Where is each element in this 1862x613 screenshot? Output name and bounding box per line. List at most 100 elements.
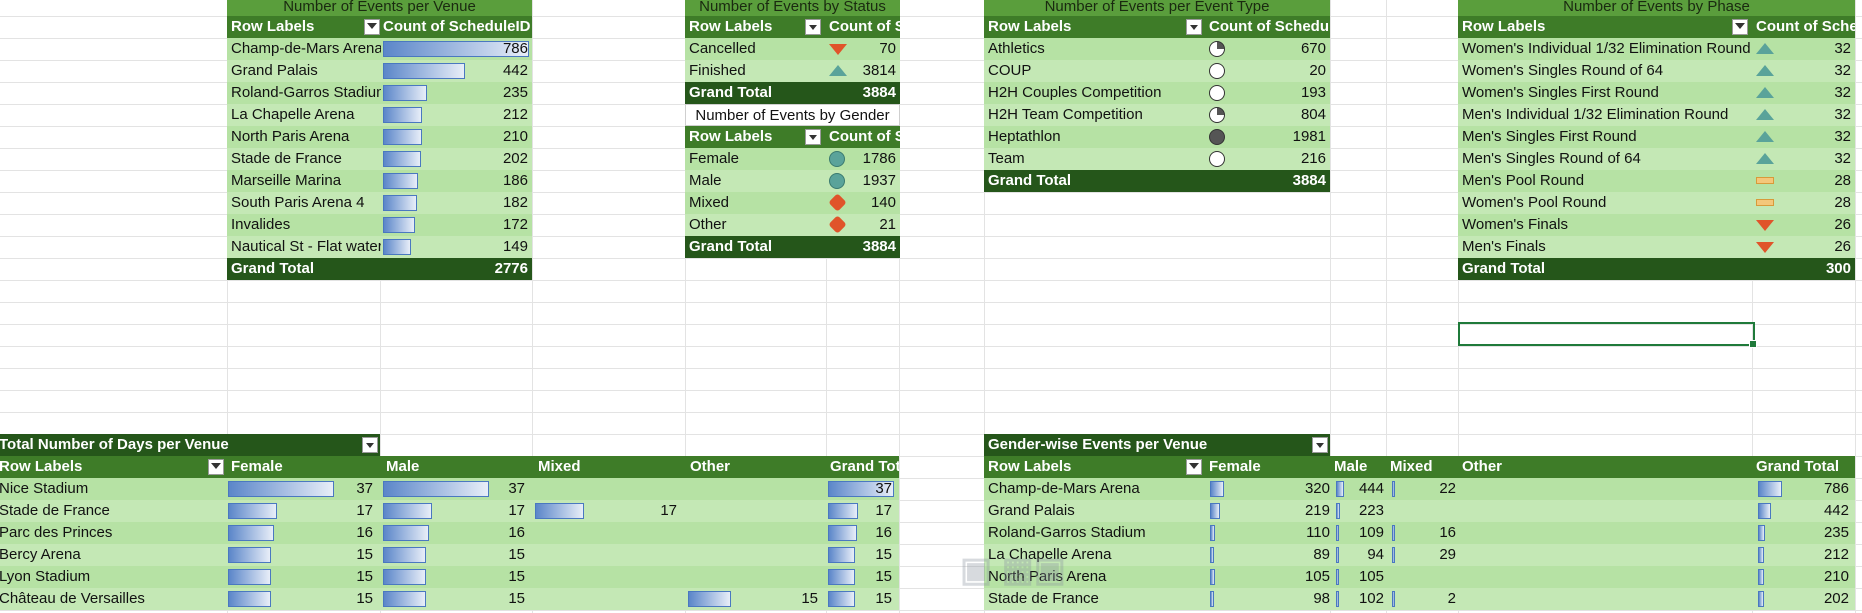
cell-value: 22: [1439, 480, 1456, 497]
table-row[interactable]: Roland-Garros Stadium 235: [227, 82, 532, 104]
row-value: 216: [1300, 150, 1326, 167]
filter-dropdown-button[interactable]: [1186, 19, 1202, 35]
data-bar: [383, 239, 411, 255]
row-label: Team: [988, 150, 1025, 167]
table-row[interactable]: Men's Pool Round 28: [1458, 170, 1855, 192]
cell-value: 223: [1358, 502, 1384, 519]
data-bar: [383, 151, 421, 167]
table-row[interactable]: Men's Individual 1/32 Elimination Round 3…: [1458, 104, 1855, 126]
row-labels-header: Row Labels: [689, 18, 773, 35]
cell-value: 37: [508, 480, 525, 497]
table-row[interactable]: Grand Palais 442: [227, 60, 532, 82]
table-row[interactable]: Stade de France 202: [227, 148, 532, 170]
filter-dropdown-button[interactable]: [1312, 437, 1328, 453]
cell-value: 102: [1358, 590, 1384, 607]
cell-value: 110: [1306, 524, 1330, 541]
table-row[interactable]: Nautical St - Flat water 149: [227, 236, 532, 258]
table-row[interactable]: Women's Singles Round of 64 32: [1458, 60, 1855, 82]
circle-icon: [829, 173, 845, 189]
table-row[interactable]: Invalides 172: [227, 214, 532, 236]
pivot-title: Number of Events by Phase: [1458, 0, 1855, 16]
row-label: Lyon Stadium: [0, 568, 91, 585]
data-bar: [383, 85, 427, 101]
row-value: 20: [1309, 62, 1326, 79]
row-value: 32: [1834, 150, 1851, 167]
row-value: 32: [1834, 40, 1851, 57]
filter-dropdown-button[interactable]: [208, 459, 224, 475]
row-label: Men's Singles First Round: [1462, 128, 1637, 145]
filter-dropdown-button[interactable]: [805, 129, 821, 145]
table-row[interactable]: Women's Individual 1/32 Elimination Roun…: [1458, 38, 1855, 60]
table-row[interactable]: H2H Team Competition 804: [984, 104, 1330, 126]
table-row[interactable]: Team 216: [984, 148, 1330, 170]
row-label: Men's Pool Round: [1462, 172, 1585, 189]
table-row[interactable]: Finished 3814: [685, 60, 900, 82]
cell-value: [535, 522, 677, 544]
table-row[interactable]: COUP 20: [984, 60, 1330, 82]
row-value: 210: [502, 128, 528, 145]
table-row[interactable]: Heptathlon 1981: [984, 126, 1330, 148]
cell-value: [1390, 500, 1456, 522]
table-row[interactable]: Female 1786: [685, 148, 900, 170]
grand-total-label: Grand Total: [988, 172, 1072, 189]
count-header: Count of ScheduleID: [829, 128, 900, 145]
row-label: Women's Individual 1/32 Elimination Roun…: [1462, 40, 1751, 57]
cell-value: 37: [875, 480, 892, 497]
arrow-up-icon: [1756, 43, 1774, 54]
cell-value: 202: [1823, 590, 1849, 607]
row-value: 182: [502, 194, 528, 211]
arrow-up-icon: [1756, 153, 1774, 164]
cell-value: 444: [1358, 480, 1384, 497]
table-row[interactable]: Male 1937: [685, 170, 900, 192]
table-row[interactable]: Women's Singles First Round 32: [1458, 82, 1855, 104]
cell-value: 442: [1823, 502, 1849, 519]
table-row[interactable]: South Paris Arena 4 182: [227, 192, 532, 214]
table-row[interactable]: Women's Pool Round 28: [1458, 192, 1855, 214]
row-value: 21: [879, 216, 896, 233]
cell-value: [688, 544, 818, 566]
table-row[interactable]: Cancelled 70: [685, 38, 900, 60]
table-row[interactable]: Other 21: [685, 214, 900, 236]
count-header: Count of ScheduleID: [383, 18, 531, 35]
table-row[interactable]: H2H Couples Competition 193: [984, 82, 1330, 104]
row-value: 670: [1300, 40, 1326, 57]
grand-total-row: Grand Total 3884: [685, 236, 900, 258]
row-value: 804: [1300, 106, 1326, 123]
cell-value: [688, 478, 818, 500]
row-label: North Paris Arena: [231, 128, 350, 145]
row-value: 172: [502, 216, 528, 233]
cell-value: 15: [875, 568, 892, 585]
pivot-title: Number of Events per Venue: [227, 0, 532, 16]
cell-value: 219: [1304, 502, 1330, 519]
table-row[interactable]: Men's Singles Round of 64 32: [1458, 148, 1855, 170]
filter-dropdown-button[interactable]: [1732, 19, 1748, 35]
cell-value: [1390, 566, 1456, 588]
table-row[interactable]: Men's Finals 26: [1458, 236, 1855, 258]
table-row[interactable]: La Chapelle Arena 212: [227, 104, 532, 126]
table-row[interactable]: Men's Singles First Round 32: [1458, 126, 1855, 148]
row-labels-header: Row Labels: [689, 128, 773, 145]
active-cell-selection[interactable]: [1458, 322, 1757, 348]
table-row[interactable]: Athletics 670: [984, 38, 1330, 60]
pivot-title-row: Gender-wise Events per Venue: [984, 434, 1330, 456]
cell-value: 105: [1304, 568, 1330, 585]
table-row[interactable]: Women's Finals 26: [1458, 214, 1855, 236]
filter-dropdown-button[interactable]: [805, 19, 821, 35]
filter-dropdown-button[interactable]: [362, 437, 378, 453]
filter-dropdown-button[interactable]: [364, 19, 380, 35]
table-row[interactable]: North Paris Arena 210: [227, 126, 532, 148]
table-row[interactable]: Mixed 140: [685, 192, 900, 214]
cell-value: [688, 566, 818, 588]
table-row[interactable]: Marseille Marina 186: [227, 170, 532, 192]
row-label: Other: [689, 216, 727, 233]
row-value: 140: [870, 194, 896, 211]
row-label: Bercy Arena: [0, 546, 81, 563]
row-labels-header: Row Labels: [1462, 18, 1546, 35]
cell-value: 320: [1304, 480, 1330, 497]
filter-dropdown-button[interactable]: [1186, 459, 1202, 475]
pivot-title: Number of Events by Status: [685, 0, 900, 16]
grand-total-label: Grand Total: [231, 260, 315, 277]
row-value: 193: [1300, 84, 1326, 101]
table-row[interactable]: Champ-de-Mars Arena 786: [227, 38, 532, 60]
row-label: Female: [689, 150, 740, 167]
